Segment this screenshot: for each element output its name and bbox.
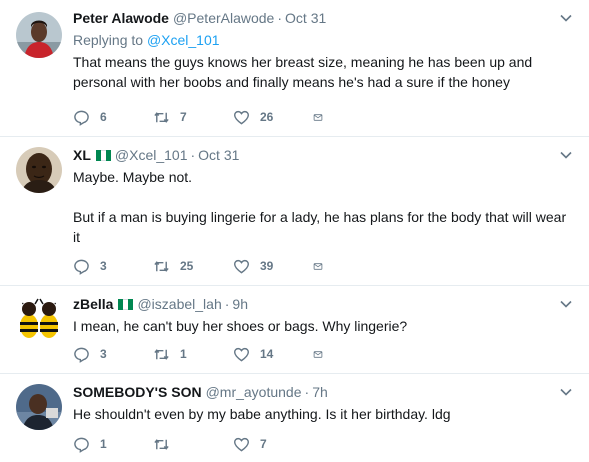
like-button[interactable]: 39 — [233, 258, 313, 275]
separator-dot: · — [304, 384, 310, 400]
retweet-icon — [154, 111, 169, 123]
reply-icon — [74, 259, 89, 275]
display-name[interactable]: Peter Alawode — [73, 8, 169, 28]
tweet-actions: 3 1 14 — [73, 344, 333, 364]
like-button[interactable]: 7 — [233, 436, 313, 453]
avatar[interactable] — [16, 296, 62, 342]
chevron-down-icon[interactable] — [559, 148, 573, 162]
username[interactable]: @mr_ayotunde — [206, 382, 302, 402]
retweet-icon — [154, 260, 169, 272]
like-button[interactable]: 14 — [233, 346, 313, 363]
like-count: 39 — [260, 259, 274, 273]
direct-message-icon — [313, 262, 323, 270]
tweet[interactable]: Peter Alawode @PeterAlawode · Oct 31 Rep… — [0, 0, 589, 137]
replying-to-label: Replying to — [73, 32, 144, 48]
reply-thread: Peter Alawode @PeterAlawode · Oct 31 Rep… — [0, 0, 589, 462]
tweet[interactable]: zBella @iszabel_lah · 9h I mean, he can'… — [0, 286, 589, 374]
reply-button[interactable]: 3 — [73, 346, 153, 363]
nigeria-flag-icon — [118, 298, 134, 310]
like-icon — [233, 259, 250, 274]
reply-button[interactable]: 1 — [73, 436, 153, 453]
like-button[interactable]: 26 — [233, 109, 313, 126]
username[interactable]: @iszabel_lah — [137, 294, 221, 314]
like-count: 14 — [260, 347, 274, 361]
chevron-down-icon[interactable] — [559, 11, 573, 25]
reply-icon — [74, 347, 89, 363]
avatar[interactable] — [16, 147, 62, 193]
tweet-text: He shouldn't even by my babe anything. I… — [73, 406, 451, 422]
reply-icon — [74, 110, 89, 126]
tweet-actions: 3 25 39 — [73, 256, 333, 276]
like-icon — [233, 437, 250, 452]
replying-to-link[interactable]: @Xcel_101 — [147, 32, 220, 48]
timestamp[interactable]: 7h — [312, 382, 328, 402]
separator-dot: · — [190, 147, 196, 163]
timestamp[interactable]: Oct 31 — [198, 145, 239, 165]
retweet-count: 7 — [180, 110, 187, 124]
tweet-text: Maybe. Maybe not. But if a man is buying… — [73, 169, 567, 245]
username[interactable]: @PeterAlawode — [173, 8, 274, 28]
direct-message-icon — [313, 350, 323, 358]
reply-button[interactable]: 6 — [73, 109, 153, 126]
reply-count: 3 — [100, 259, 107, 273]
retweet-button[interactable]: 7 — [153, 109, 233, 126]
replying-to: Replying to @Xcel_101 — [73, 30, 573, 50]
tweet-actions: 1 7 — [73, 434, 313, 454]
like-count: 26 — [260, 110, 274, 124]
tweet[interactable]: XL @Xcel_101 · Oct 31 Maybe. Maybe not. … — [0, 137, 589, 286]
retweet-button[interactable]: 1 — [153, 346, 233, 363]
separator-dot: · — [277, 10, 283, 26]
reply-count: 6 — [100, 110, 107, 124]
direct-message-button[interactable] — [313, 258, 333, 275]
separator-dot: · — [224, 296, 230, 312]
username[interactable]: @Xcel_101 — [115, 145, 188, 165]
retweet-button[interactable]: 25 — [153, 258, 233, 275]
avatar[interactable] — [16, 384, 62, 430]
reply-count: 3 — [100, 347, 107, 361]
chevron-down-icon[interactable] — [559, 297, 573, 311]
avatar[interactable] — [16, 12, 62, 58]
retweet-icon — [154, 438, 169, 450]
tweet-actions: 6 7 26 — [73, 107, 333, 127]
reply-button[interactable]: 3 — [73, 258, 153, 275]
retweet-count: 1 — [180, 347, 187, 361]
display-name[interactable]: SOMEBODY'S SON — [73, 382, 202, 402]
direct-message-button[interactable] — [313, 109, 333, 126]
like-icon — [233, 110, 250, 125]
reply-icon — [74, 437, 89, 453]
direct-message-button[interactable] — [313, 346, 333, 363]
timestamp[interactable]: Oct 31 — [285, 8, 326, 28]
tweet-text: I mean, he can't buy her shoes or bags. … — [73, 318, 408, 334]
like-count: 7 — [260, 437, 267, 451]
retweet-count: 25 — [180, 259, 194, 273]
direct-message-icon — [313, 113, 323, 121]
chevron-down-icon[interactable] — [559, 385, 573, 399]
nigeria-flag-icon — [95, 149, 111, 161]
like-icon — [233, 347, 250, 362]
display-name[interactable]: zBella — [73, 294, 113, 314]
tweet[interactable]: SOMEBODY'S SON @mr_ayotunde · 7h He shou… — [0, 374, 589, 462]
retweet-icon — [154, 348, 169, 360]
retweet-button[interactable] — [153, 436, 233, 453]
tweet-text: That means the guys knows her breast siz… — [73, 54, 537, 90]
reply-count: 1 — [100, 437, 107, 451]
timestamp[interactable]: 9h — [232, 294, 248, 314]
display-name[interactable]: XL — [73, 145, 91, 165]
